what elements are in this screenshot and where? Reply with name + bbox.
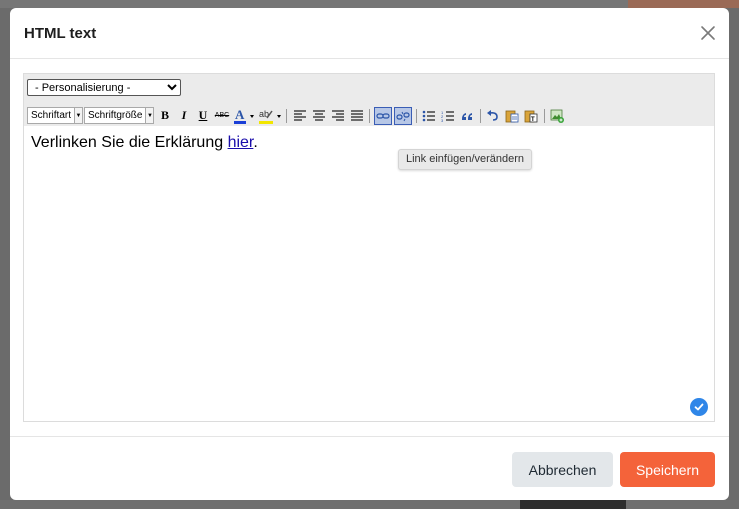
backdrop-accent	[628, 0, 739, 8]
svg-text:T: T	[531, 117, 535, 123]
numbered-list-icon: 1 2 3	[441, 110, 455, 122]
link-tooltip: Link einfügen/verändern	[398, 149, 533, 170]
editor-text-end: .	[253, 134, 258, 151]
font-family-dropdown[interactable]: Schriftart ▼	[27, 107, 84, 124]
toolbar-separator	[286, 108, 288, 123]
close-icon[interactable]	[699, 24, 717, 42]
toolbar-separator	[479, 108, 481, 123]
align-right-button[interactable]	[329, 107, 347, 125]
chevron-down-icon: ▼	[74, 108, 83, 123]
text-color-button[interactable]: A	[232, 107, 256, 125]
unlink-button[interactable]	[394, 106, 413, 125]
backdrop-button	[520, 500, 626, 509]
align-left-button[interactable]	[291, 107, 309, 125]
align-right-icon	[331, 109, 344, 121]
insert-link-button[interactable]	[373, 106, 392, 125]
paste-text-button[interactable]: T	[522, 107, 540, 125]
toolbar-row: Schriftart ▼ Schriftgröße ▼ B I U ABC A …	[27, 106, 567, 125]
rich-text-editor: - Personalisierung - Schriftart ▼ Schrif…	[23, 73, 715, 422]
bold-button[interactable]: B	[156, 107, 174, 125]
html-text-dialog: HTML text - Personalisierung - Schriftar…	[10, 8, 729, 500]
unlink-icon	[396, 111, 411, 121]
link-icon	[376, 112, 390, 119]
dialog-footer: Abbrechen Speichern	[10, 436, 729, 500]
toolbar-separator	[369, 108, 371, 123]
paste-text-icon: T	[525, 110, 538, 123]
strikethrough-button[interactable]: ABC	[213, 107, 231, 125]
quote-icon	[462, 112, 473, 120]
save-button[interactable]: Speichern	[620, 452, 715, 487]
svg-text:A: A	[235, 107, 245, 122]
paste-button[interactable]	[503, 107, 521, 125]
underline-button[interactable]: U	[194, 107, 212, 125]
dialog-title: HTML text	[24, 25, 97, 42]
align-center-button[interactable]	[310, 107, 328, 125]
italic-button[interactable]: I	[175, 107, 193, 125]
align-left-icon	[293, 109, 306, 121]
font-family-label: Schriftart	[31, 110, 72, 121]
editor-toolbar: - Personalisierung - Schriftart ▼ Schrif…	[24, 74, 714, 126]
highlight-color-button[interactable]: ab	[257, 107, 283, 125]
align-justify-button[interactable]	[348, 107, 366, 125]
chevron-down-icon: ▼	[145, 108, 154, 123]
svg-text:3: 3	[441, 118, 444, 122]
editor-text: Verlinken Sie die Erklärung	[31, 134, 228, 151]
backdrop-bottom	[0, 500, 739, 509]
undo-icon	[487, 109, 499, 121]
editor-link[interactable]: hier	[228, 134, 254, 151]
insert-image-icon	[551, 109, 565, 123]
align-center-icon	[312, 109, 325, 121]
toolbar-separator	[543, 108, 545, 123]
bullet-list-icon	[423, 110, 436, 121]
insert-image-button[interactable]	[548, 107, 566, 125]
personalization-select[interactable]: - Personalisierung -	[27, 79, 181, 96]
toolbar-separator	[415, 108, 417, 123]
font-size-dropdown[interactable]: Schriftgröße ▼	[84, 107, 155, 124]
undo-button[interactable]	[484, 107, 502, 125]
dialog-header: HTML text	[10, 8, 729, 59]
strikethrough-icon: ABC	[214, 112, 230, 119]
editor-content[interactable]: Verlinken Sie die Erklärung hier.	[31, 134, 258, 152]
blockquote-button[interactable]	[458, 107, 476, 125]
bullet-list-button[interactable]	[420, 107, 438, 125]
bold-icon: B	[160, 108, 169, 122]
check-icon[interactable]	[690, 398, 708, 416]
numbered-list-button[interactable]: 1 2 3	[439, 107, 457, 125]
text-color-icon: A	[233, 107, 254, 124]
underline-icon: U	[198, 108, 208, 122]
font-size-label: Schriftgröße	[88, 110, 143, 121]
italic-icon: I	[181, 108, 187, 122]
align-justify-icon	[350, 109, 363, 121]
highlight-icon: ab	[258, 109, 281, 124]
cancel-button[interactable]: Abbrechen	[512, 452, 613, 487]
paste-icon	[506, 110, 519, 122]
